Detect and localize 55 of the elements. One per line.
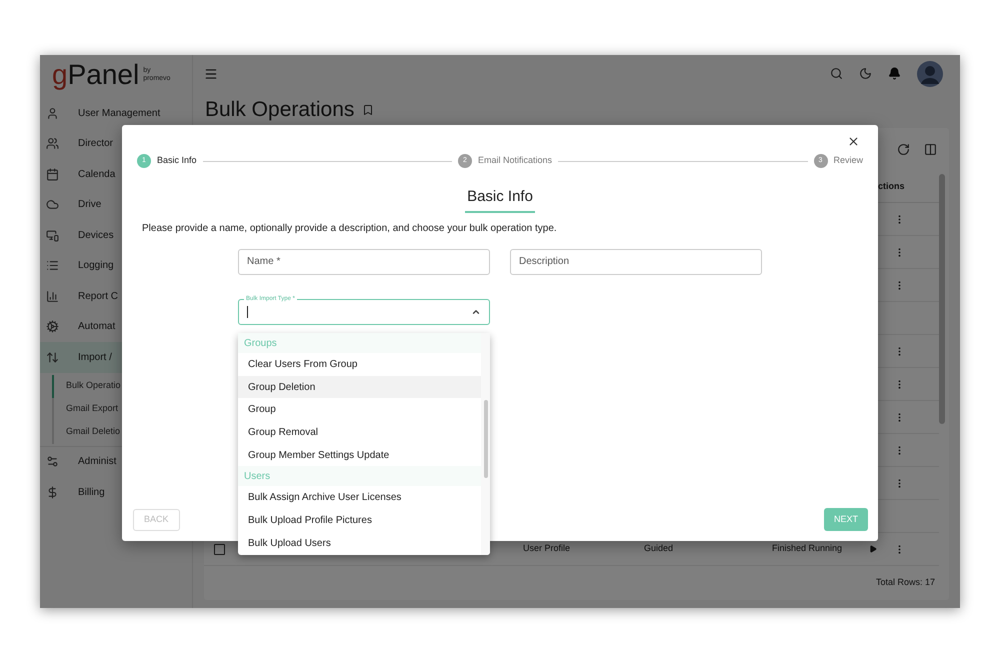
sidebar-item[interactable]: Drive xyxy=(40,190,192,220)
dropdown-option[interactable]: Clear Users From Group xyxy=(238,353,481,376)
step-label: Review xyxy=(834,154,864,168)
list-icon xyxy=(46,259,59,272)
group-header: Groups xyxy=(238,333,481,353)
text-field[interactable]: Name * xyxy=(238,248,490,274)
close-icon[interactable] xyxy=(847,135,860,148)
step-label: Email Notifications xyxy=(478,154,552,168)
step-label: Basic Info xyxy=(157,154,197,168)
refresh-icon[interactable] xyxy=(897,143,910,156)
group-header: Users xyxy=(238,466,481,486)
devices-icon xyxy=(46,228,59,242)
dropdown-option[interactable]: Bulk Upload Users xyxy=(238,532,481,554)
cloud-icon xyxy=(46,198,59,212)
arrows-icon xyxy=(46,350,59,364)
scrollbar-thumb[interactable] xyxy=(484,400,488,478)
dropdown-option[interactable]: Bulk Assign Archive User Licenses xyxy=(238,486,481,510)
instructions: Please provide a name, optionally provide a description, and choose your bulk operation type. xyxy=(141,222,558,236)
dropdown-option[interactable]: Bulk Upload Profile Pictures xyxy=(238,509,481,532)
table-cell-text: Guided xyxy=(644,542,674,556)
avatar[interactable] xyxy=(917,60,943,86)
text-field[interactable]: Description xyxy=(510,248,762,274)
dropdown-option[interactable]: Group xyxy=(238,398,481,422)
play-icon[interactable] xyxy=(869,545,877,553)
dropdown-option[interactable]: Group Removal xyxy=(238,421,481,444)
sidebar-item[interactable]: Logging xyxy=(40,250,192,281)
gear-icon xyxy=(46,320,59,334)
calendar-icon xyxy=(46,168,59,181)
logo-text: gPanel xyxy=(52,61,140,89)
table-cell-text: Finished Running xyxy=(772,542,844,556)
moon-icon[interactable] xyxy=(859,67,872,80)
scrollbar-thumb[interactable] xyxy=(939,174,945,424)
total-rows: Total Rows: 17 xyxy=(876,576,935,590)
sidebar-item[interactable]: Billing xyxy=(40,477,192,508)
column-header: ctions xyxy=(877,180,906,193)
sidebar-item[interactable]: Report C xyxy=(40,281,192,312)
page-title: Bulk Operations xyxy=(205,97,354,124)
sidebar-item[interactable]: User Management xyxy=(40,98,192,128)
sidebar-item[interactable]: Automat xyxy=(40,312,192,342)
search-icon[interactable] xyxy=(830,67,843,80)
columns-icon[interactable] xyxy=(924,143,937,156)
dropdown-option[interactable]: Group Deletion xyxy=(238,376,481,398)
person-icon xyxy=(46,106,59,120)
bar-chart-icon xyxy=(46,290,59,303)
sidebar-item[interactable]: Administ xyxy=(40,446,192,477)
bell-icon[interactable] xyxy=(888,67,901,80)
gears-icon xyxy=(46,455,59,468)
row-checkbox[interactable] xyxy=(214,544,225,554)
table-cell-text: User Profile xyxy=(523,542,572,556)
dialog-heading: Basic Info xyxy=(465,186,535,212)
dropdown-option[interactable]: Group Member Settings Update xyxy=(238,444,481,466)
menu-icon[interactable] xyxy=(204,66,218,80)
dollar-icon xyxy=(46,486,59,499)
people-icon xyxy=(46,137,59,150)
bookmark-icon[interactable] xyxy=(362,104,374,116)
